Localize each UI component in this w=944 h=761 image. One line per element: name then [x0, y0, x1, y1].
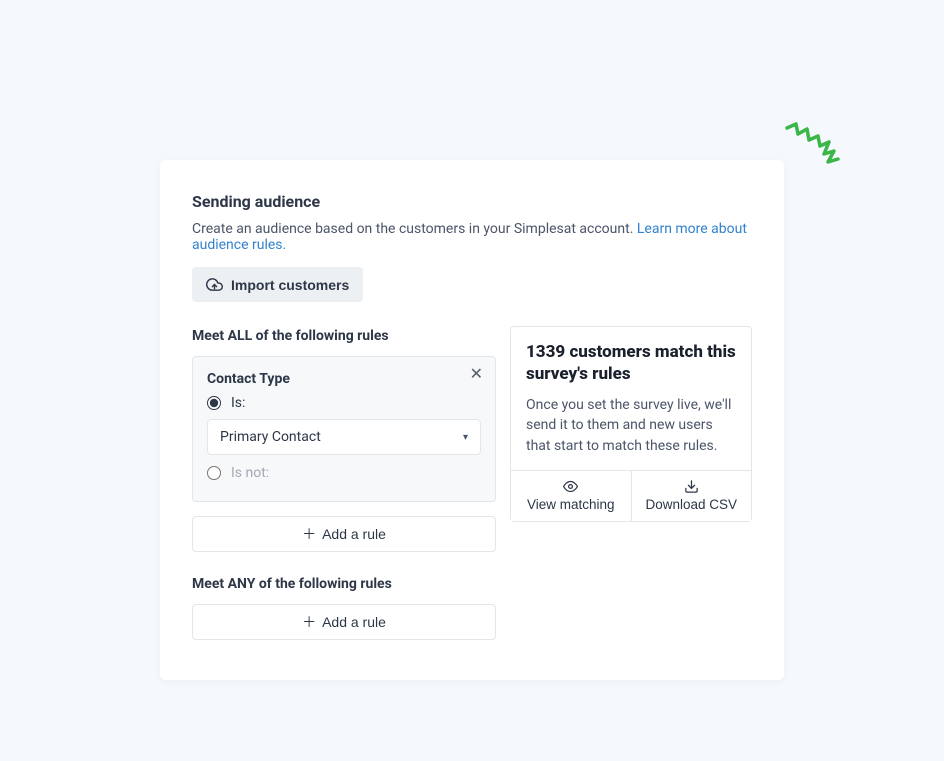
all-rules-label: Meet ALL of the following rules: [192, 328, 496, 344]
add-rule-all-label: Add a rule: [322, 526, 386, 542]
match-summary-card: 1339 customers match this survey's rules…: [510, 326, 752, 522]
view-matching-label: View matching: [527, 497, 615, 512]
rule-title: Contact Type: [207, 371, 481, 387]
add-rule-all-button[interactable]: ＋ Add a rule: [192, 516, 496, 552]
select-value: Primary Contact: [220, 429, 321, 445]
contact-type-select[interactable]: Primary Contact ▾: [207, 419, 481, 455]
rule-card-contact-type: ✕ Contact Type Is: Primary Contact ▾ Is …: [192, 356, 496, 502]
match-count-title: 1339 customers match this survey's rules: [526, 341, 736, 385]
caret-down-icon: ▾: [463, 432, 468, 443]
add-rule-any-label: Add a rule: [322, 614, 386, 630]
radio-is-not[interactable]: [207, 466, 221, 480]
eye-icon: [563, 479, 578, 494]
any-rules-label: Meet ANY of the following rules: [192, 576, 496, 592]
decorative-squiggle: [784, 118, 844, 178]
match-description: Once you set the survey live, we'll send…: [526, 395, 736, 456]
close-rule-button[interactable]: ✕: [470, 367, 483, 383]
plus-icon: ＋: [302, 527, 316, 541]
import-button-label: Import customers: [231, 277, 349, 293]
radio-is-not-label: Is not:: [231, 465, 269, 481]
description-text: Create an audience based on the customer…: [192, 221, 637, 237]
section-description: Create an audience based on the customer…: [192, 221, 752, 253]
download-csv-label: Download CSV: [645, 497, 737, 512]
radio-is-label: Is:: [231, 395, 245, 411]
close-icon: ✕: [470, 366, 483, 383]
radio-is-not-row[interactable]: Is not:: [207, 465, 481, 481]
radio-is-row[interactable]: Is:: [207, 395, 481, 411]
download-icon: [684, 479, 699, 494]
radio-is[interactable]: [207, 396, 221, 410]
audience-card: Sending audience Create an audience base…: [160, 160, 784, 680]
add-rule-any-button[interactable]: ＋ Add a rule: [192, 604, 496, 640]
view-matching-button[interactable]: View matching: [511, 471, 631, 521]
section-title: Sending audience: [192, 192, 752, 211]
cloud-upload-icon: [206, 276, 223, 293]
plus-icon: ＋: [302, 615, 316, 629]
download-csv-button[interactable]: Download CSV: [631, 471, 752, 521]
import-customers-button[interactable]: Import customers: [192, 267, 363, 302]
